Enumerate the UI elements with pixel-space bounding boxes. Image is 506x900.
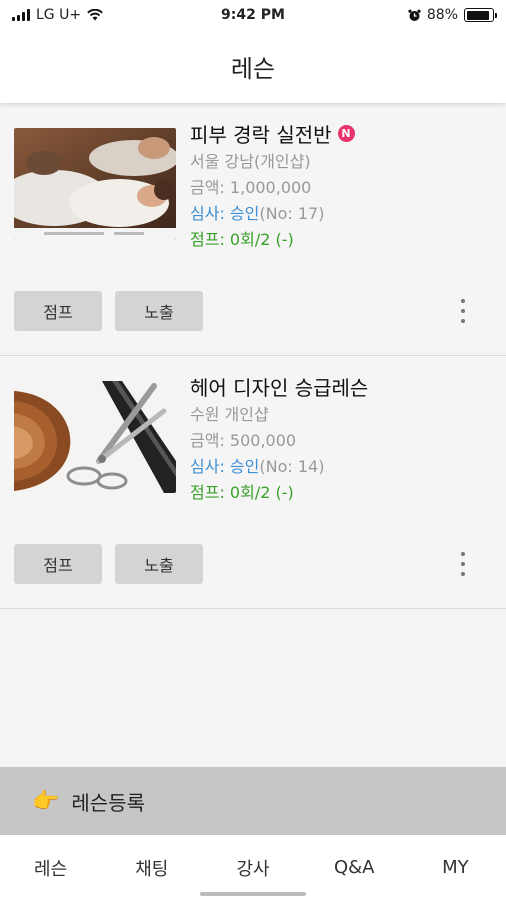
more-options-icon[interactable] — [458, 552, 468, 576]
status-right: 88% — [408, 7, 497, 23]
lesson-review: 심사: 승인(No: 14) — [190, 454, 496, 480]
price-label: 금액: — [190, 431, 230, 450]
lesson-title: 헤어 디자인 승급레슨 — [190, 375, 369, 400]
register-lesson-label: 레슨등록 — [71, 790, 146, 815]
lesson-review: 심사: 승인(No: 17) — [190, 201, 496, 227]
expose-button[interactable]: 노출 — [115, 544, 203, 584]
lesson-card[interactable]: 피부 경락 실전반 N 서울 강남(개인샵) 금액: 1,000,000 심사:… — [0, 103, 506, 356]
lesson-location: 서울 강남(개인샵) — [190, 152, 311, 171]
price-value: 500,000 — [229, 431, 297, 450]
review-number: (No: 17) — [259, 204, 325, 223]
review-number: (No: 14) — [259, 457, 325, 476]
home-indicator — [200, 892, 306, 896]
lesson-price: 금액: 1,000,000 — [190, 175, 496, 201]
battery-fill — [466, 10, 489, 20]
lesson-jump-count: 점프: 0회/2 (-) — [190, 230, 294, 249]
header: 레슨 — [0, 30, 506, 103]
expose-button[interactable]: 노출 — [115, 291, 203, 331]
lesson-price: 금액: 500,000 — [190, 428, 496, 454]
lesson-location: 수원 개인샵 — [190, 405, 269, 424]
battery-percent: 88% — [426, 7, 458, 23]
page-title: 레슨 — [230, 55, 276, 83]
battery-icon — [464, 8, 497, 22]
status-left: LG U+ — [12, 7, 103, 23]
tab-lesson[interactable]: 레슨 — [0, 835, 101, 900]
lesson-info: 헤어 디자인 승급레슨 수원 개인샵 금액: 500,000 심사: 승인(No… — [190, 370, 496, 506]
wifi-icon — [87, 9, 103, 21]
lesson-title: 피부 경락 실전반 — [190, 122, 332, 147]
new-badge: N — [337, 124, 355, 142]
review-label: 심사: — [190, 204, 230, 223]
carrier-label: LG U+ — [36, 7, 82, 23]
review-status: 승인 — [229, 204, 260, 223]
pointing-hand-icon: 👉 — [32, 788, 60, 814]
tab-chat[interactable]: 채팅 — [101, 835, 202, 900]
lesson-card[interactable]: 헤어 디자인 승급레슨 수원 개인샵 금액: 500,000 심사: 승인(No… — [0, 356, 506, 609]
lesson-thumbnail[interactable] — [14, 381, 176, 493]
jump-button[interactable]: 점프 — [14, 291, 102, 331]
lesson-jump-count: 점프: 0회/2 (-) — [190, 483, 294, 502]
register-lesson-button[interactable]: 👉 레슨등록 — [0, 767, 506, 835]
review-status: 승인 — [229, 457, 260, 476]
bottom-tab-bar: 레슨 채팅 강사 Q&A MY — [0, 835, 506, 900]
lesson-list: 피부 경락 실전반 N 서울 강남(개인샵) 금액: 1,000,000 심사:… — [0, 103, 506, 609]
price-label: 금액: — [190, 178, 230, 197]
tab-my[interactable]: MY — [405, 835, 506, 900]
signal-icon — [12, 9, 30, 21]
more-options-icon[interactable] — [458, 299, 468, 323]
tab-instructor[interactable]: 강사 — [202, 835, 303, 900]
jump-button[interactable]: 점프 — [14, 544, 102, 584]
review-label: 심사: — [190, 457, 230, 476]
price-value: 1,000,000 — [229, 178, 312, 197]
status-bar: LG U+ 9:42 PM 88% — [0, 0, 506, 30]
tab-qna[interactable]: Q&A — [304, 835, 405, 900]
lesson-thumbnail[interactable] — [14, 128, 176, 240]
alarm-icon — [408, 9, 421, 21]
lesson-info: 피부 경락 실전반 N 서울 강남(개인샵) 금액: 1,000,000 심사:… — [190, 117, 496, 253]
